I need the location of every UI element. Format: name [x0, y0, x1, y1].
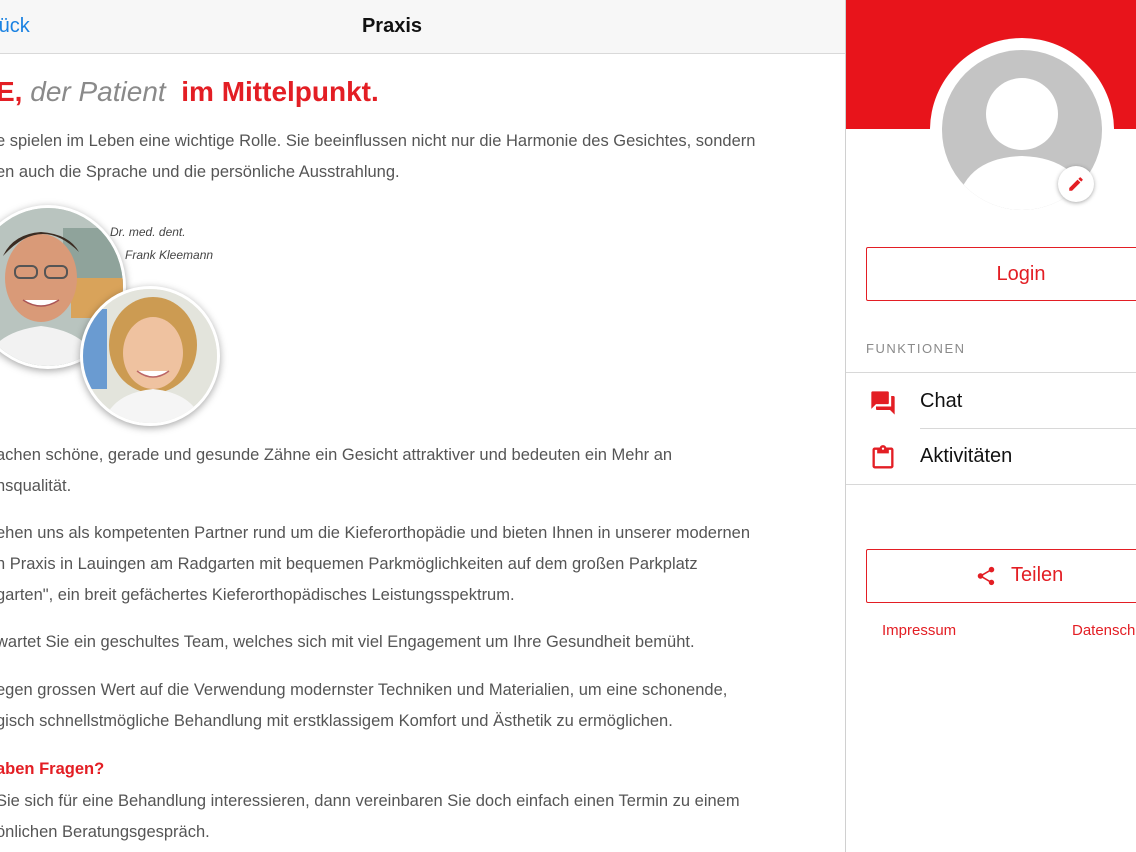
- paragraph-line: egen grossen Wert auf die Verwendung mod…: [0, 681, 728, 699]
- share-button[interactable]: Teilen: [866, 549, 1136, 603]
- headline-part-3: im Mittelpunkt.: [181, 76, 379, 107]
- login-button[interactable]: Login: [866, 247, 1136, 301]
- login-button-label: Login: [996, 262, 1046, 285]
- functions-section-label: FUNKTIONEN: [866, 341, 966, 356]
- impressum-link[interactable]: Impressum: [882, 622, 956, 639]
- menu-item-chat[interactable]: Chat: [846, 375, 1136, 429]
- headline: E, der Patient im Mittelpunkt.: [0, 76, 379, 108]
- headline-part-2: der Patient: [30, 76, 166, 107]
- paragraph-line: gisch schnellstmögliche Behandlung mit e…: [0, 712, 673, 730]
- portrait-caption-title: Dr. med. dent.: [110, 225, 186, 239]
- chat-icon: [871, 391, 895, 415]
- paragraph: achen schöne, gerade und gesunde Zähne e…: [0, 440, 672, 502]
- menu-item-label: Aktivitäten: [920, 445, 1013, 467]
- menu-item-activities[interactable]: Aktivitäten: [846, 430, 1136, 484]
- paragraph-line: ehen uns als kompetenten Partner rund um…: [0, 524, 750, 542]
- share-button-content: Teilen: [975, 564, 1063, 587]
- questions-heading: aben Fragen?: [0, 760, 105, 778]
- side-menu: Login FUNKTIONEN Chat Aktivitäten Teilen…: [845, 0, 1136, 852]
- pencil-icon: [1069, 177, 1083, 191]
- privacy-link[interactable]: Datensch: [1072, 622, 1135, 639]
- paragraph: ehen uns als kompetenten Partner rund um…: [0, 518, 750, 611]
- paragraph-line: n Praxis in Lauingen am Radgarten mit be…: [0, 555, 698, 573]
- intro-paragraph: e spielen im Leben eine wichtige Rolle. …: [0, 126, 755, 188]
- share-icon: [977, 566, 995, 585]
- intro-line: e spielen im Leben eine wichtige Rolle. …: [0, 132, 756, 150]
- questions-paragraph: Sie sich für eine Behandlung interessier…: [0, 786, 740, 848]
- assistant-portrait-photo: [80, 286, 220, 426]
- divider: [846, 484, 1136, 485]
- menu-item-label: Chat: [920, 390, 963, 412]
- paragraph-line: achen schöne, gerade und gesunde Zähne e…: [0, 446, 673, 464]
- paragraph-line: Sie sich für eine Behandlung interessier…: [0, 792, 740, 810]
- headline-part-1: E,: [0, 76, 23, 107]
- content-pane: rück Praxis E, der Patient im Mittelpunk…: [0, 0, 845, 852]
- paragraph-line: önlichen Beratungsgespräch.: [0, 823, 210, 841]
- paragraph: wartet Sie ein geschultes Team, welches …: [0, 627, 695, 658]
- paragraph-line: garten", ein breit gefächertes Kieferort…: [0, 586, 515, 604]
- divider: [920, 428, 1136, 429]
- intro-line: en auch die Sprache und die persönliche …: [0, 163, 400, 181]
- assistant-portrait-illustration: [83, 289, 217, 423]
- paragraph-line: nsqualität.: [0, 477, 72, 495]
- portrait-caption-name: Frank Kleemann: [125, 248, 214, 262]
- navigation-bar: rück Praxis: [0, 0, 845, 54]
- edit-avatar-button[interactable]: [1058, 166, 1094, 202]
- page-title: Praxis: [361, 15, 423, 37]
- paragraph-line: wartet Sie ein geschultes Team, welches …: [0, 633, 695, 651]
- paragraph: egen grossen Wert auf die Verwendung mod…: [0, 675, 727, 737]
- share-button-label: Teilen: [1011, 564, 1064, 586]
- clipboard-icon: [872, 445, 894, 469]
- divider: [846, 372, 1136, 373]
